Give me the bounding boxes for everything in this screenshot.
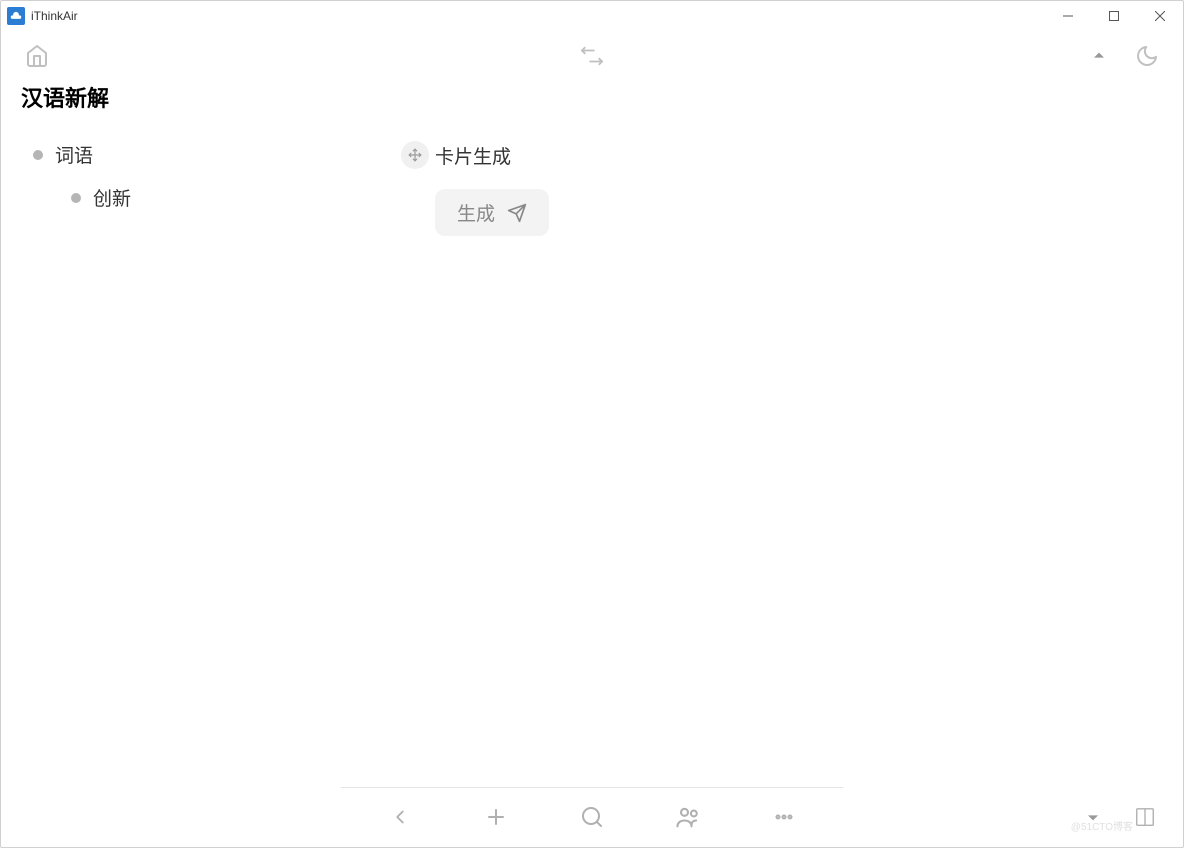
- moon-icon[interactable]: [1131, 40, 1163, 72]
- home-icon[interactable]: [21, 40, 53, 72]
- send-icon: [507, 203, 527, 223]
- chevron-up-icon[interactable]: [1083, 40, 1115, 72]
- generate-label: 生成: [457, 199, 495, 226]
- back-icon[interactable]: [382, 799, 418, 835]
- search-icon[interactable]: [574, 799, 610, 835]
- tree-panel: 词语 创新: [21, 141, 361, 236]
- plus-icon[interactable]: [478, 799, 514, 835]
- card-panel: 卡片生成 生成: [401, 141, 1163, 236]
- title-bar: iThinkAir: [1, 1, 1183, 31]
- maximize-button[interactable]: [1091, 1, 1137, 31]
- window-controls: [1045, 1, 1183, 31]
- top-toolbar: [1, 31, 1183, 81]
- title-left: iThinkAir: [7, 7, 78, 25]
- users-icon[interactable]: [670, 799, 706, 835]
- bullet-icon: [71, 193, 81, 203]
- tree-item-innovation[interactable]: 创新: [21, 184, 361, 211]
- tree-item-label: 创新: [93, 184, 131, 211]
- generate-button[interactable]: 生成: [435, 189, 549, 236]
- app-title: iThinkAir: [31, 9, 78, 23]
- tree-item-label: 词语: [55, 141, 93, 168]
- card-header[interactable]: 卡片生成: [401, 141, 1163, 169]
- swap-icon[interactable]: [576, 40, 608, 72]
- more-icon[interactable]: [766, 799, 802, 835]
- watermark: @51CTO博客: [1071, 818, 1133, 833]
- close-button[interactable]: [1137, 1, 1183, 31]
- minimize-button[interactable]: [1045, 1, 1091, 31]
- content-area: 汉语新解 词语 创新: [1, 81, 1183, 787]
- tree-item-word[interactable]: 词语: [21, 141, 361, 168]
- app-icon: [7, 7, 25, 25]
- bullet-icon: [33, 150, 43, 160]
- bottom-toolbar: [1, 787, 1183, 847]
- move-icon[interactable]: [401, 141, 429, 169]
- page-title: 汉语新解: [21, 81, 1163, 113]
- card-title: 卡片生成: [435, 142, 511, 169]
